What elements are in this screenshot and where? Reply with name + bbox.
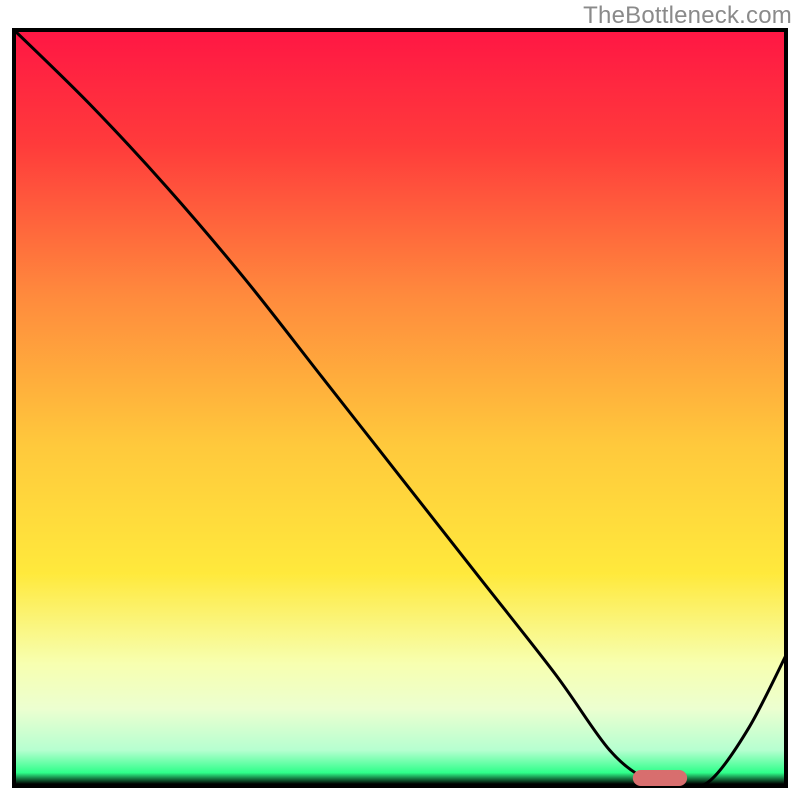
chart-svg xyxy=(12,28,788,788)
optimal-range-marker xyxy=(633,770,687,786)
watermark-text: TheBottleneck.com xyxy=(583,2,792,30)
chart-plot xyxy=(12,28,788,788)
gradient-background xyxy=(16,32,784,784)
chart-container: TheBottleneck.com xyxy=(0,0,800,800)
